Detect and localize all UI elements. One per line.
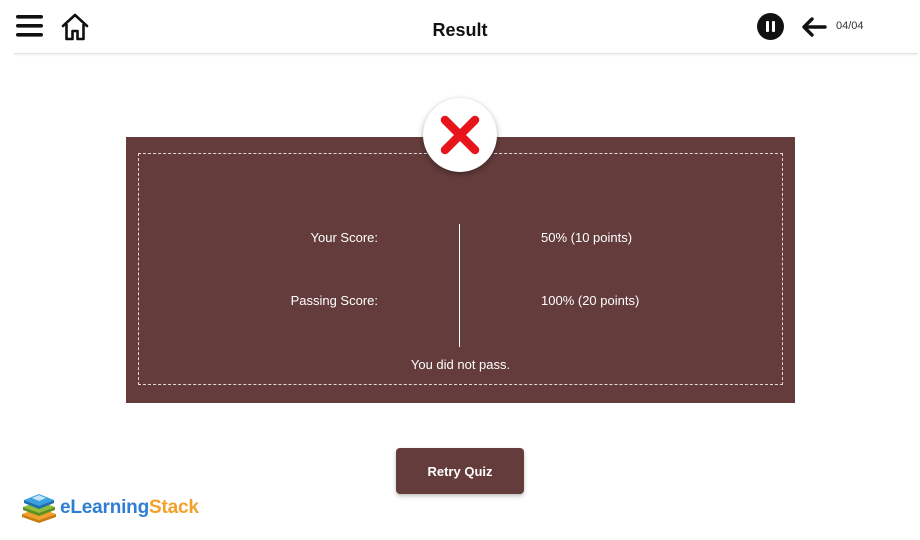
top-bar: Result 04/04 <box>0 0 920 54</box>
logo-wordmark: eLearningStack <box>60 497 199 519</box>
red-x-icon <box>440 115 480 155</box>
logo-prefix: eLearning <box>60 497 149 518</box>
page-counter: 04/04 <box>836 20 864 32</box>
result-panel-border <box>138 153 783 385</box>
passing-score-label: Passing Score: <box>290 293 378 308</box>
quiz-result-screen: Result 04/04 Your Score: 50% (10 points)… <box>0 0 920 540</box>
status-badge <box>423 98 497 172</box>
result-message: You did not pass. <box>410 357 511 372</box>
result-panel: Your Score: 50% (10 points) Passing Scor… <box>126 137 795 403</box>
logo-suffix: Stack <box>149 497 199 518</box>
your-score-value: 50% (10 points) <box>541 230 633 245</box>
score-divider <box>459 224 460 347</box>
retry-quiz-button[interactable]: Retry Quiz <box>396 448 524 494</box>
passing-score-value: 100% (20 points) <box>541 293 640 308</box>
your-score-label: Your Score: <box>310 230 378 245</box>
header-divider <box>14 53 918 54</box>
elearningstack-logo: eLearningStack <box>20 490 220 524</box>
pause-icon[interactable] <box>757 13 784 40</box>
book-stack-logo-icon <box>22 494 56 523</box>
arrow-left-icon[interactable] <box>801 17 827 37</box>
